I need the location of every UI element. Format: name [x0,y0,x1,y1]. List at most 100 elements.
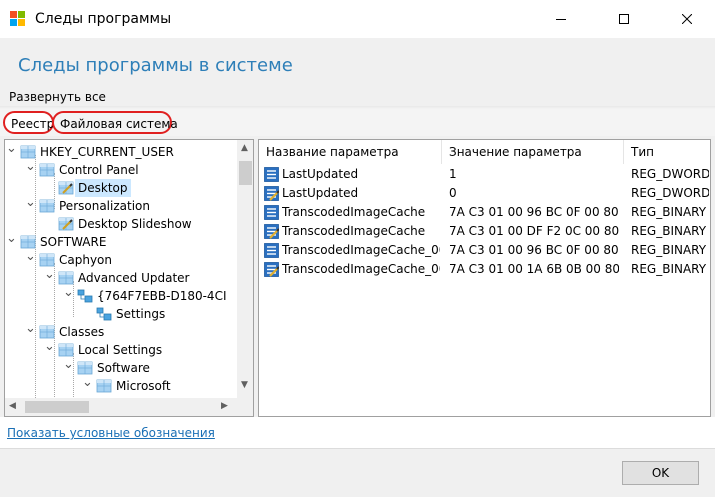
registry-key-icon [96,379,112,393]
chevron-down-icon[interactable]: ⌄ [63,356,74,374]
tree-node[interactable]: ⌄ Personalization [5,194,237,215]
tree-horizontal-scroll-thumb[interactable] [25,401,89,413]
tree-horizontal-scrollbar[interactable]: ◀ ▶ [5,398,237,416]
column-header-name[interactable]: Название параметра [259,140,442,164]
minimize-button[interactable] [538,0,584,38]
cell-type: REG_BINARY [631,224,707,238]
chevron-down-icon[interactable]: ⌄ [44,338,55,356]
chevron-down-icon[interactable]: ⌄ [82,374,93,392]
tree-node[interactable]: ⌄ HKEY_CURRENT_USER [5,140,237,161]
cell-value: 7A C3 01 00 96 BC 0F 00 80 07 ... [449,205,619,219]
column-header-value[interactable]: Значение параметра [442,140,624,164]
cell-name: TranscodedImageCache_001 [282,243,440,257]
tab-file-system[interactable]: Файловая система [52,111,178,134]
list-item[interactable]: TranscodedImageCache_001 7A C3 01 00 1A 6… [259,260,710,279]
tree-node[interactable]: ⌄ Caphyon [5,248,237,269]
tree-node[interactable]: ⌄ Local Settings [5,338,237,359]
tree-node[interactable]: ⌄ Software [5,356,237,377]
tree-node-label: Classes [59,325,105,339]
tree-node[interactable]: Desktop Slideshow [5,215,237,233]
chevron-down-icon[interactable]: ⌄ [63,284,74,302]
cell-name: TranscodedImageCache_001 [282,262,440,276]
registry-key-icon [39,163,55,177]
scrollbar-corner [237,398,253,416]
cell-value: 7A C3 01 00 DF F2 0C 00 80 07 ... [449,224,619,238]
tab-registry[interactable]: Реестр [3,111,54,134]
list-item[interactable]: TranscodedImageCache 7A C3 01 00 DF F2 0C… [259,222,710,241]
tree-node[interactable]: ⌄ SOFTWARE [5,230,237,251]
chevron-down-icon[interactable]: ⌄ [25,248,36,266]
tree-node-label: Desktop [75,179,131,197]
cell-type: REG_BINARY [631,243,707,257]
tree-node[interactable]: ⌄ {764F7EBB-D180-4CI [5,284,237,305]
content-area: ⌄ HKEY_CURRENT_USER ⌄ Control Panel Desktop ⌄… [0,136,715,417]
tree-node[interactable]: ⌄ Classes [5,320,237,341]
registry-value-edit-icon [264,186,280,201]
tree-node-label: Microsoft [116,379,171,393]
minimize-icon [556,19,566,20]
registry-key-tree-icon [96,307,112,321]
registry-values-list[interactable]: Название параметра Значение параметра Ти… [258,139,711,417]
registry-tree[interactable]: ⌄ HKEY_CURRENT_USER ⌄ Control Panel Desktop ⌄… [4,139,254,417]
list-item[interactable]: TranscodedImageCache_001 7A C3 01 00 96 B… [259,241,710,260]
registry-value-edit-icon [264,262,280,277]
list-item[interactable]: LastUpdated 1 REG_DWORD [259,165,710,184]
chevron-down-icon[interactable]: ⌄ [25,158,36,176]
cell-type: REG_DWORD [631,186,709,200]
window-titlebar[interactable]: Следы программы [0,0,715,38]
chevron-down-icon[interactable]: ⌄ [6,230,17,248]
chevron-down-icon[interactable]: ⌄ [6,140,17,158]
tree-node-label: {764F7EBB-D180-4CI [97,289,227,303]
close-button[interactable] [664,0,710,38]
footer-bar: OK [0,448,715,497]
tree-node-label: Settings [116,307,166,321]
show-legend-link[interactable]: Показать условные обозначения [7,426,215,440]
tree-node[interactable]: ⌄ Control Panel [5,158,237,179]
list-item[interactable]: LastUpdated 0 REG_DWORD [259,184,710,203]
column-header-type[interactable]: Тип [624,140,710,164]
registry-key-icon [20,235,36,249]
registry-value-icon [264,167,279,182]
list-item[interactable]: TranscodedImageCache 7A C3 01 00 96 BC 0F… [259,203,710,222]
tree-node-label: Advanced Updater [78,271,190,285]
registry-value-icon [264,205,279,220]
tab-strip: Реестр Файловая система [0,106,715,136]
ok-button[interactable]: OK [622,461,699,485]
cell-value: 7A C3 01 00 1A 6B 0B 00 80 07 ... [449,262,619,276]
tree-node[interactable]: Settings [5,305,237,323]
registry-value-icon [264,243,279,258]
cell-name: LastUpdated [282,167,359,181]
chevron-down-icon[interactable]: ⌄ [25,320,36,338]
tree-node[interactable]: ⌄ Microsoft [5,374,237,395]
header: Следы программы в системе Развернуть все [0,38,715,106]
app-logo-icon [10,11,26,27]
registry-key-tree-icon [77,289,93,303]
scroll-up-arrow-icon[interactable]: ▲ [241,143,248,153]
cell-name: LastUpdated [282,186,359,200]
registry-key-icon [20,145,36,159]
tree-node[interactable]: ⌄ Advanced Updater [5,266,237,287]
close-icon [682,14,692,24]
cell-name: TranscodedImageCache [282,205,426,219]
chevron-down-icon[interactable]: ⌄ [44,266,55,284]
tree-vertical-scrollbar[interactable]: ▲ ▼ [237,140,253,398]
scroll-left-arrow-icon[interactable]: ◀ [9,401,16,411]
tree-node-label: Control Panel [59,163,139,177]
registry-key-edit-icon [58,181,74,195]
tree-node-label: Personalization [59,199,150,213]
registry-key-icon [77,361,93,375]
tree-vertical-scroll-thumb[interactable] [239,161,252,185]
tree-node-label: Caphyon [59,253,113,267]
expand-all-button[interactable]: Развернуть все [9,90,106,104]
maximize-button[interactable] [601,0,647,38]
scroll-down-arrow-icon[interactable]: ▼ [241,380,248,390]
tree-node-label: HKEY_CURRENT_USER [40,145,174,159]
chevron-down-icon[interactable]: ⌄ [25,194,36,212]
cell-value: 7A C3 01 00 96 BC 0F 00 80 07 ... [449,243,619,257]
registry-key-icon [58,271,74,285]
registry-key-icon [39,325,55,339]
scroll-right-arrow-icon[interactable]: ▶ [221,401,228,411]
tree-node[interactable]: Desktop [5,179,237,197]
registry-value-edit-icon [264,224,280,239]
maximize-icon [619,14,629,24]
